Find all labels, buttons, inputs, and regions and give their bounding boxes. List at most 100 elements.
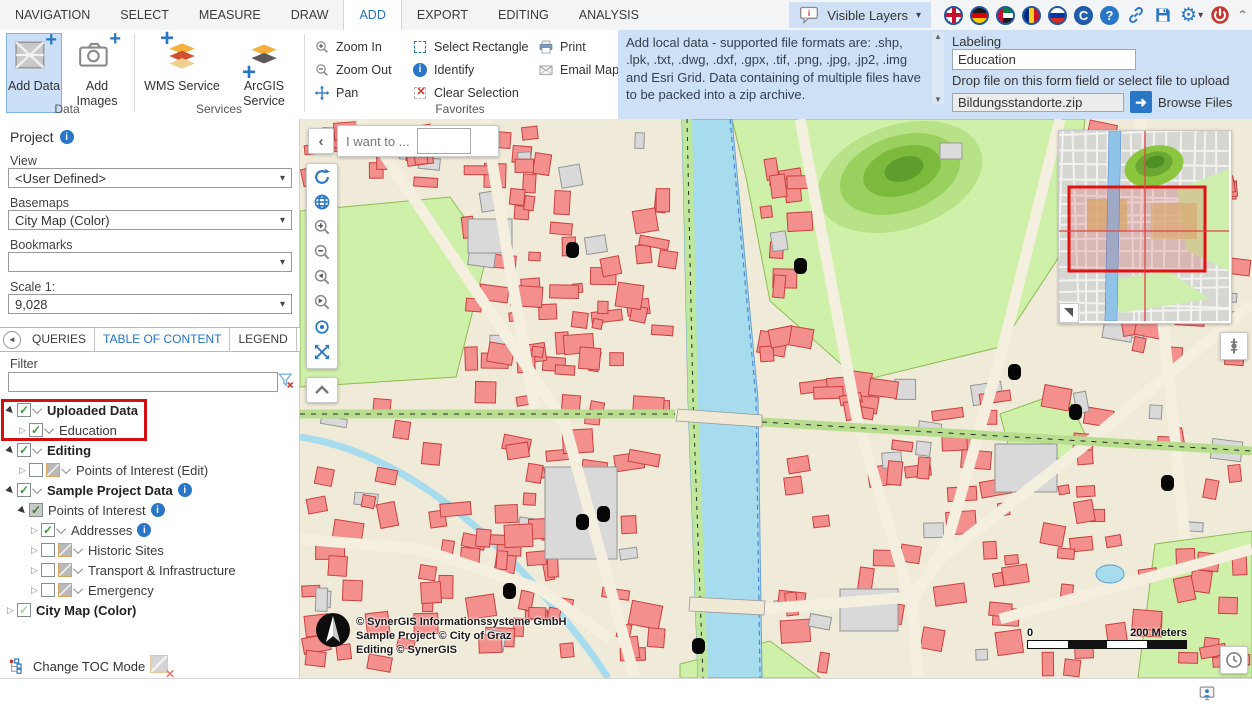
- expand-triangle-icon[interactable]: ▷: [16, 465, 29, 476]
- filter-input[interactable]: [8, 372, 278, 392]
- upload-arrow-button[interactable]: ➜: [1130, 91, 1152, 113]
- overview-map[interactable]: [1058, 130, 1232, 324]
- expand-triangle-icon[interactable]: ▷: [4, 605, 17, 616]
- locate-button[interactable]: [308, 316, 336, 341]
- identify-button[interactable]: i Identify: [412, 59, 474, 80]
- labeling-input[interactable]: [952, 49, 1136, 70]
- tab-legend[interactable]: LEGEND: [230, 328, 296, 351]
- toc-item-points-of-interest-edit[interactable]: ▷Points of Interest (Edit): [0, 460, 300, 480]
- ribbon-tab-measure[interactable]: MEASURE: [184, 0, 276, 30]
- browse-files-label[interactable]: Browse Files: [1158, 95, 1232, 110]
- ribbon-tab-navigation[interactable]: NAVIGATION: [0, 0, 105, 30]
- flag-uk-icon[interactable]: [944, 6, 963, 25]
- scale-select[interactable]: 9,028▾: [8, 294, 292, 314]
- expand-triangle-icon[interactable]: ▷: [28, 565, 41, 576]
- user-session-icon[interactable]: [1198, 684, 1216, 702]
- ribbon-tab-editing[interactable]: EDITING: [483, 0, 564, 30]
- add-data-button[interactable]: + Add Data: [6, 33, 62, 113]
- i-want-to-input[interactable]: [417, 128, 471, 154]
- full-extent-button[interactable]: [308, 341, 336, 366]
- expand-triangle-icon[interactable]: ▷: [28, 525, 41, 536]
- layer-checkbox[interactable]: [29, 463, 43, 477]
- layer-info-icon[interactable]: i: [151, 503, 165, 517]
- layer-checkbox[interactable]: ✓: [17, 403, 31, 417]
- ribbon-tab-export[interactable]: EXPORT: [402, 0, 483, 30]
- project-info-icon[interactable]: i: [60, 130, 74, 144]
- layer-menu-caret-icon[interactable]: [73, 544, 83, 554]
- change-toc-mode-button[interactable]: Change TOC Mode: [8, 657, 145, 676]
- expand-triangle-icon[interactable]: ▷: [28, 585, 41, 596]
- i-want-to-widget[interactable]: I want to ...: [337, 125, 499, 157]
- layer-menu-caret-icon[interactable]: [73, 564, 83, 574]
- layer-checkbox[interactable]: ✓: [17, 483, 31, 497]
- filter-clear-icon[interactable]: [276, 370, 296, 390]
- help-icon[interactable]: ?: [1100, 6, 1119, 25]
- zoom-out-button[interactable]: [308, 241, 336, 266]
- toc-item-emergency[interactable]: ▷Emergency: [0, 580, 300, 600]
- flag-russia-icon[interactable]: [1048, 6, 1067, 25]
- arcgis-service-button[interactable]: + ArcGIS Service: [230, 33, 298, 113]
- ribbon-tab-add[interactable]: ADD: [343, 0, 401, 31]
- ribbon-tab-draw[interactable]: DRAW: [276, 0, 344, 30]
- map-toolbar-collapse-button[interactable]: [306, 377, 338, 403]
- expand-triangle-icon[interactable]: ▷: [16, 425, 29, 436]
- bookmarks-select[interactable]: ▾: [8, 252, 292, 272]
- add-images-button[interactable]: + Add Images: [66, 33, 128, 113]
- layer-info-icon[interactable]: i: [178, 483, 192, 497]
- ribbon-tab-analysis[interactable]: ANALYSIS: [564, 0, 654, 30]
- zoom-in-button[interactable]: Zoom In: [314, 36, 382, 57]
- toc-item-points-of-interest[interactable]: ▶✓Points of Interesti: [0, 500, 300, 520]
- layer-checkbox[interactable]: ✓: [17, 443, 31, 457]
- print-button[interactable]: Print: [538, 36, 586, 57]
- flag-romania-icon[interactable]: [1022, 6, 1041, 25]
- zoom-next-button[interactable]: [308, 291, 336, 316]
- sidebar-collapse-button[interactable]: ‹: [308, 128, 334, 154]
- layer-checkbox[interactable]: [41, 583, 55, 597]
- settings-gear-icon[interactable]: ⚙▾: [1180, 4, 1203, 27]
- globe-button[interactable]: [308, 191, 336, 216]
- info-scrollbar[interactable]: ▲▼: [932, 32, 944, 104]
- flag-germany-icon[interactable]: [970, 6, 989, 25]
- view-select[interactable]: <User Defined>▾: [8, 168, 292, 188]
- toc-item-historic-sites[interactable]: ▷Historic Sites: [0, 540, 300, 560]
- toc-item-uploaded-data[interactable]: ▶✓Uploaded Data: [0, 400, 300, 420]
- toc-item-transport-infrastructure[interactable]: ▷Transport & Infrastructure: [0, 560, 300, 580]
- toc-item-sample-project-data[interactable]: ▶✓Sample Project Datai: [0, 480, 300, 500]
- layer-checkbox[interactable]: ✓: [41, 523, 55, 537]
- layer-checkbox[interactable]: [41, 543, 55, 557]
- tab-table-of-content[interactable]: TABLE OF CONTENT: [95, 328, 230, 351]
- swipe-tool-button[interactable]: [1220, 332, 1248, 360]
- layer-menu-caret-icon[interactable]: [73, 584, 83, 594]
- layer-menu-caret-icon[interactable]: [32, 444, 42, 454]
- layer-menu-caret-icon[interactable]: [32, 484, 42, 494]
- refresh-button[interactable]: [308, 166, 336, 191]
- link-icon[interactable]: [1126, 5, 1146, 25]
- tab-queries[interactable]: QUERIES: [24, 328, 95, 351]
- basemaps-select[interactable]: City Map (Color)▾: [8, 210, 292, 230]
- layer-menu-caret-icon[interactable]: [56, 524, 66, 534]
- pan-button[interactable]: Pan: [314, 82, 358, 103]
- zoom-out-button[interactable]: Zoom Out: [314, 59, 392, 80]
- toc-item-education[interactable]: ▷✓Education: [0, 420, 300, 440]
- collapse-ribbon-chevron-icon[interactable]: ⌃: [1237, 9, 1248, 22]
- layer-checkbox[interactable]: ✓: [29, 423, 43, 437]
- layer-checkbox[interactable]: ✓: [29, 503, 43, 517]
- remove-uploaded-data-icon[interactable]: ✕: [150, 655, 172, 677]
- flag-uae-icon[interactable]: [996, 6, 1015, 25]
- toc-item-editing[interactable]: ▶✓Editing: [0, 440, 300, 460]
- wms-service-button[interactable]: + WMS Service: [142, 33, 222, 113]
- file-name-input[interactable]: [952, 93, 1124, 112]
- toc-item-city-map-color[interactable]: ▷✓City Map (Color): [0, 600, 300, 620]
- save-icon[interactable]: [1153, 5, 1173, 25]
- flag-crescent-icon[interactable]: C: [1074, 6, 1093, 25]
- layer-menu-caret-icon[interactable]: [32, 404, 42, 414]
- tabs-scroll-left-button[interactable]: ◄: [3, 331, 21, 349]
- layer-checkbox[interactable]: [41, 563, 55, 577]
- visible-layers-button[interactable]: i Visible Layers ▾: [789, 2, 931, 28]
- layer-checkbox[interactable]: ✓: [17, 603, 31, 617]
- toc-item-addresses[interactable]: ▷✓Addressesi: [0, 520, 300, 540]
- expand-triangle-icon[interactable]: ▷: [28, 545, 41, 556]
- zoom-previous-button[interactable]: [308, 266, 336, 291]
- overview-collapse-button[interactable]: [1059, 303, 1079, 323]
- map-viewport[interactable]: ‹ I want to ... © SynerGIS Informationss…: [300, 119, 1252, 678]
